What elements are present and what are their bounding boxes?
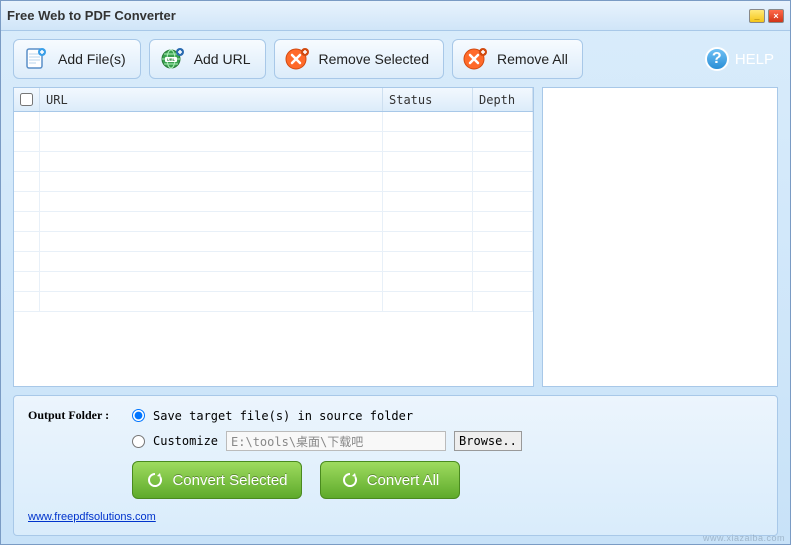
preview-panel [542,87,778,387]
select-all-checkbox[interactable] [20,93,33,106]
header-checkbox-cell [14,88,40,111]
remove-selected-button[interactable]: Remove Selected [274,39,445,79]
browse-button[interactable]: Browse.. [454,431,522,451]
radio-customize[interactable] [132,435,145,448]
table-row [14,292,533,312]
table-row [14,212,533,232]
table-row [14,112,533,132]
app-window: Free Web to PDF Converter _ × Add File(s… [0,0,791,545]
minimize-button[interactable]: _ [749,9,765,23]
convert-selected-button[interactable]: Convert Selected [132,461,302,499]
convert-row: Convert Selected Convert All [132,461,763,499]
main-row: URL Status Depth [13,87,778,387]
convert-all-button[interactable]: Convert All [320,461,460,499]
svg-text:URL: URL [167,57,176,62]
table-row [14,232,533,252]
table-header: URL Status Depth [14,88,533,112]
add-url-button[interactable]: URL Add URL [149,39,266,79]
radio-customize-label: Customize [153,434,218,448]
close-button[interactable]: × [768,9,784,23]
convert-all-label: Convert All [367,472,440,489]
footer-link-row: www.freepdfsolutions.com [28,509,763,523]
output-panel: Output Folder : Save target file(s) in s… [13,395,778,536]
remove-selected-label: Remove Selected [319,51,430,67]
remove-selected-icon [283,45,311,73]
output-row-source: Output Folder : Save target file(s) in s… [28,408,763,423]
radio-source-label: Save target file(s) in source folder [153,409,413,423]
content-area: Add File(s) URL Add URL Remove Selected … [1,31,790,544]
refresh-icon [341,471,359,489]
output-row-custom: Customize Browse.. [28,431,763,451]
add-files-label: Add File(s) [58,51,126,67]
convert-selected-label: Convert Selected [172,472,287,489]
globe-add-icon: URL [158,45,186,73]
help-button[interactable]: ? HELP [705,47,778,71]
file-table: URL Status Depth [13,87,534,387]
file-add-icon [22,45,50,73]
remove-all-label: Remove All [497,51,568,67]
table-row [14,172,533,192]
header-status[interactable]: Status [383,88,473,111]
window-controls: _ × [749,9,784,23]
help-label: HELP [735,51,774,68]
table-row [14,152,533,172]
header-url[interactable]: URL [40,88,383,111]
table-row [14,272,533,292]
add-url-label: Add URL [194,51,251,67]
website-link[interactable]: www.freepdfsolutions.com [28,511,156,523]
refresh-icon [146,471,164,489]
remove-all-button[interactable]: Remove All [452,39,583,79]
titlebar: Free Web to PDF Converter _ × [1,1,790,31]
table-row [14,252,533,272]
radio-source-folder[interactable] [132,409,145,422]
help-icon: ? [705,47,729,71]
output-folder-label: Output Folder : [28,408,124,423]
output-path-input[interactable] [226,431,446,451]
window-title: Free Web to PDF Converter [7,8,749,23]
watermark: www.xiazaiba.com [703,533,785,543]
table-row [14,132,533,152]
header-depth[interactable]: Depth [473,88,533,111]
add-files-button[interactable]: Add File(s) [13,39,141,79]
table-row [14,192,533,212]
table-body [14,112,533,386]
remove-all-icon [461,45,489,73]
toolbar: Add File(s) URL Add URL Remove Selected … [13,39,778,79]
